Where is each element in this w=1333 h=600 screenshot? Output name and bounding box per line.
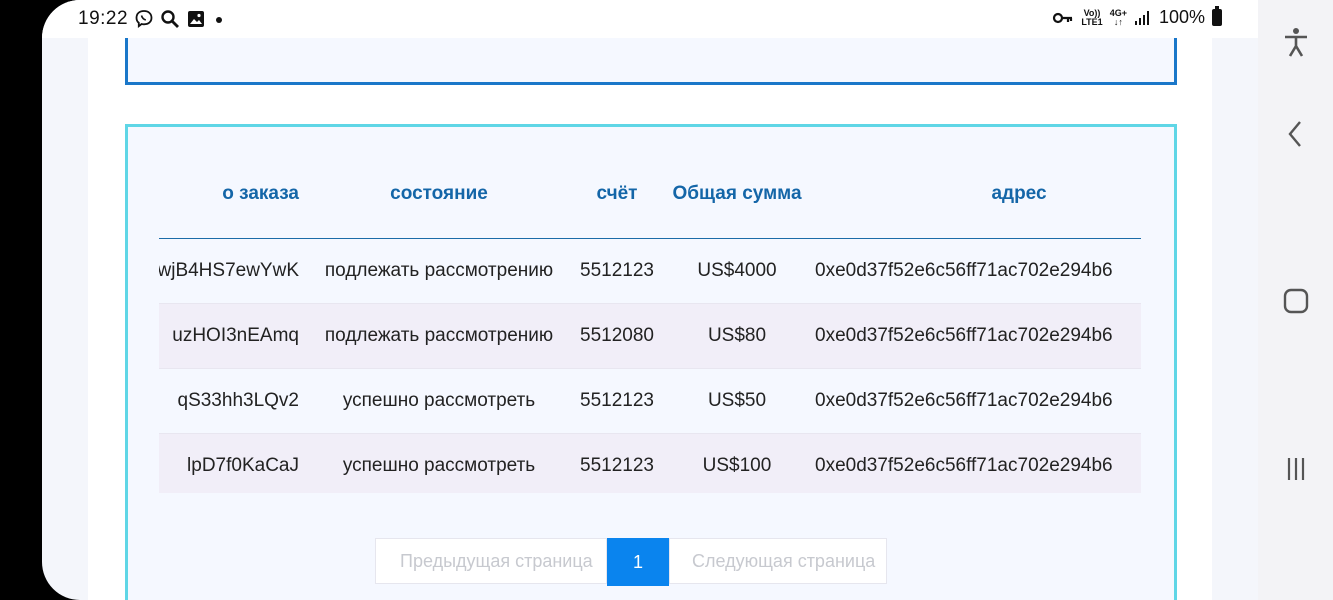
cell-total: US$100 [702, 455, 772, 476]
next-page-button[interactable]: Следующая страница [669, 538, 887, 584]
cell-address: 0xe0d37f52e6c56ff71ac702e294b6 [815, 325, 1113, 346]
orders-card: о заказа состояние счёт Общая сумма адре… [125, 124, 1177, 600]
status-left: 19:22 [78, 8, 226, 30]
cell-account: 5512123 [580, 260, 654, 281]
cell-account: 5512080 [580, 325, 654, 346]
cell-order-id: uzHOI3nEAmq [172, 325, 299, 346]
vpn-key-icon [1053, 12, 1073, 23]
network-indicator: 4G+ ↓↑ [1110, 8, 1127, 27]
page-1-button[interactable]: 1 [607, 538, 669, 586]
volte-bottom-text: LTE1 [1081, 16, 1103, 27]
header-account: счёт [596, 183, 638, 204]
battery-percent: 100% [1158, 7, 1205, 27]
prev-page-button[interactable]: Предыдущая страница [375, 538, 607, 584]
gallery-icon [188, 11, 205, 27]
cell-address: 0xe0d37f52e6c56ff71ac702e294b6 [815, 260, 1113, 281]
cell-account: 5512123 [580, 455, 654, 476]
cell-status: успешно рассмотреть [342, 390, 536, 411]
header-status: состояние [390, 183, 488, 204]
orders-table: о заказа состояние счёт Общая сумма адре… [159, 163, 1141, 493]
back-icon[interactable] [1258, 118, 1333, 155]
data-arrows-icon: ↓↑ [1113, 16, 1123, 27]
signal-icon [1134, 10, 1149, 25]
phone-screen: 19:22 Vo)) LTE1 4G+ ↓↑ 100% о заказа сос… [42, 0, 1258, 600]
cell-account: 5512123 [580, 390, 654, 411]
viber-icon [135, 10, 153, 29]
recent-apps-icon[interactable] [1258, 454, 1333, 489]
cell-order-id: lpD7f0KaCaJ [187, 455, 299, 476]
cell-total: US$80 [707, 325, 767, 346]
header-total: Общая сумма [672, 183, 802, 204]
notification-dot-icon [216, 17, 223, 23]
top-card [125, 38, 1177, 85]
header-order-id: о заказа [222, 183, 299, 204]
cell-status: подлежать рассмотрению [324, 260, 554, 281]
cell-total: US$4000 [697, 260, 777, 281]
cell-order-id: wjB4HS7ewYwK [159, 260, 299, 281]
cell-order-id: qS33hh3LQv2 [177, 390, 300, 411]
clock: 19:22 [78, 8, 129, 29]
accessibility-icon[interactable] [1258, 26, 1333, 63]
table-row: lpD7f0KaCaJ успешно рассмотреть 5512123 … [159, 434, 1141, 493]
home-icon[interactable] [1258, 286, 1333, 321]
table-row: wjB4HS7ewYwK подлежать рассмотрению 5512… [159, 239, 1141, 304]
status-right: Vo)) LTE1 4G+ ↓↑ 100% [1052, 6, 1222, 28]
table-row: uzHOI3nEAmq подлежать рассмотрению 55120… [159, 304, 1141, 369]
table-header: о заказа состояние счёт Общая сумма адре… [159, 163, 1141, 239]
status-bar: 19:22 Vo)) LTE1 4G+ ↓↑ 100% [42, 0, 1258, 38]
cell-address: 0xe0d37f52e6c56ff71ac702e294b6 [815, 390, 1113, 411]
volte-indicator: Vo)) LTE1 [1081, 8, 1103, 27]
header-address: адрес [991, 183, 1047, 204]
cell-status: подлежать рассмотрению [324, 325, 554, 346]
battery-icon [1212, 6, 1222, 26]
pagination: Предыдущая страница 1 Следующая страница [375, 538, 887, 586]
cell-status: успешно рассмотреть [342, 455, 536, 476]
table-row: qS33hh3LQv2 успешно рассмотреть 5512123 … [159, 369, 1141, 434]
cell-address: 0xe0d37f52e6c56ff71ac702e294b6 [815, 455, 1113, 476]
side-navigation-bar [1258, 0, 1333, 600]
search-icon [161, 10, 180, 28]
orders-table-viewport[interactable]: о заказа состояние счёт Общая сумма адре… [159, 163, 1141, 493]
cell-total: US$50 [707, 390, 767, 411]
